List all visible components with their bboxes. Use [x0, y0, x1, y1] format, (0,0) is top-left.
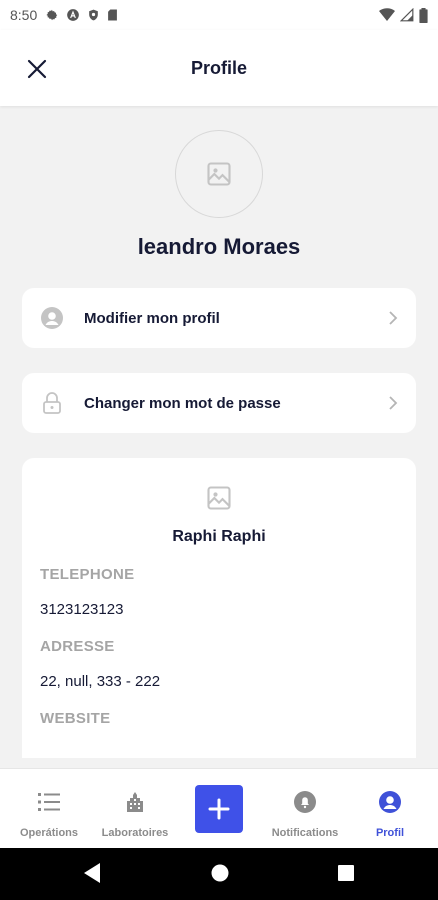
image-placeholder-icon	[207, 162, 231, 186]
sd-card-icon	[108, 9, 118, 21]
image-placeholder-icon	[207, 486, 231, 510]
close-button[interactable]	[22, 54, 52, 84]
system-nav-bar	[0, 848, 438, 900]
user-name: leandro Moraes	[137, 234, 301, 259]
address-value: 22, null, 333 - 222	[40, 673, 161, 690]
nav-item-profil[interactable]: Profil	[360, 769, 420, 849]
edit-profile-button[interactable]: Modifier mon profil	[22, 288, 416, 348]
battery-icon	[419, 7, 428, 23]
chevron-right-icon	[389, 311, 398, 325]
wifi-icon	[379, 8, 395, 21]
home-icon[interactable]	[210, 862, 230, 884]
bottom-nav: Operátions Laboratoires Notifications Pr…	[0, 768, 438, 848]
avatar[interactable]	[175, 130, 263, 218]
page-title: Profile	[190, 57, 247, 78]
company-info-card: Raphi Raphi TELEPHONE 3123123123 ADRESSE…	[22, 458, 416, 758]
status-bar: 8:50	[0, 0, 438, 30]
recents-icon[interactable]	[336, 862, 356, 884]
status-icons-left	[45, 8, 118, 22]
add-button[interactable]	[195, 785, 243, 833]
building-icon	[127, 792, 143, 812]
telephone-value: 3123123123	[40, 601, 124, 618]
bell-icon	[294, 791, 316, 813]
website-label: WEBSITE	[40, 710, 111, 727]
status-time: 8:50	[10, 7, 38, 23]
nav-label-operations: Operátions	[19, 827, 79, 839]
chevron-right-icon	[389, 396, 398, 410]
gear-icon	[46, 9, 58, 21]
status-left: 8:50	[10, 7, 118, 23]
user-circle-icon	[41, 307, 63, 329]
a-icon	[67, 9, 80, 21]
nav-item-notifications[interactable]: Notifications	[266, 769, 344, 849]
change-password-label: Changer mon mot de passe	[84, 394, 281, 412]
lock-icon	[43, 392, 61, 414]
profile-content[interactable]: leandro Moraes Modifier mon profil Chang…	[0, 106, 438, 758]
status-right	[379, 7, 428, 23]
user-circle-icon	[379, 791, 401, 813]
list-icon	[38, 793, 60, 811]
change-password-button[interactable]: Changer mon mot de passe	[22, 373, 416, 433]
shield-icon	[89, 9, 99, 21]
signal-icon	[400, 8, 414, 22]
plus-icon	[208, 798, 230, 820]
nav-label-laboratoires: Laboratoires	[101, 827, 169, 839]
company-name: Raphi Raphi	[172, 528, 266, 545]
app-header: Profile	[0, 30, 438, 106]
edit-profile-label: Modifier mon profil	[84, 309, 220, 327]
nav-item-operations[interactable]: Operátions	[14, 769, 84, 849]
telephone-label: TELEPHONE	[40, 566, 135, 583]
nav-item-laboratoires[interactable]: Laboratoires	[98, 769, 172, 849]
address-label: ADRESSE	[40, 638, 115, 655]
nav-label-profil: Profil	[375, 827, 405, 839]
back-icon[interactable]	[82, 862, 102, 884]
close-icon	[27, 59, 47, 79]
nav-label-notifications: Notifications	[271, 827, 339, 839]
